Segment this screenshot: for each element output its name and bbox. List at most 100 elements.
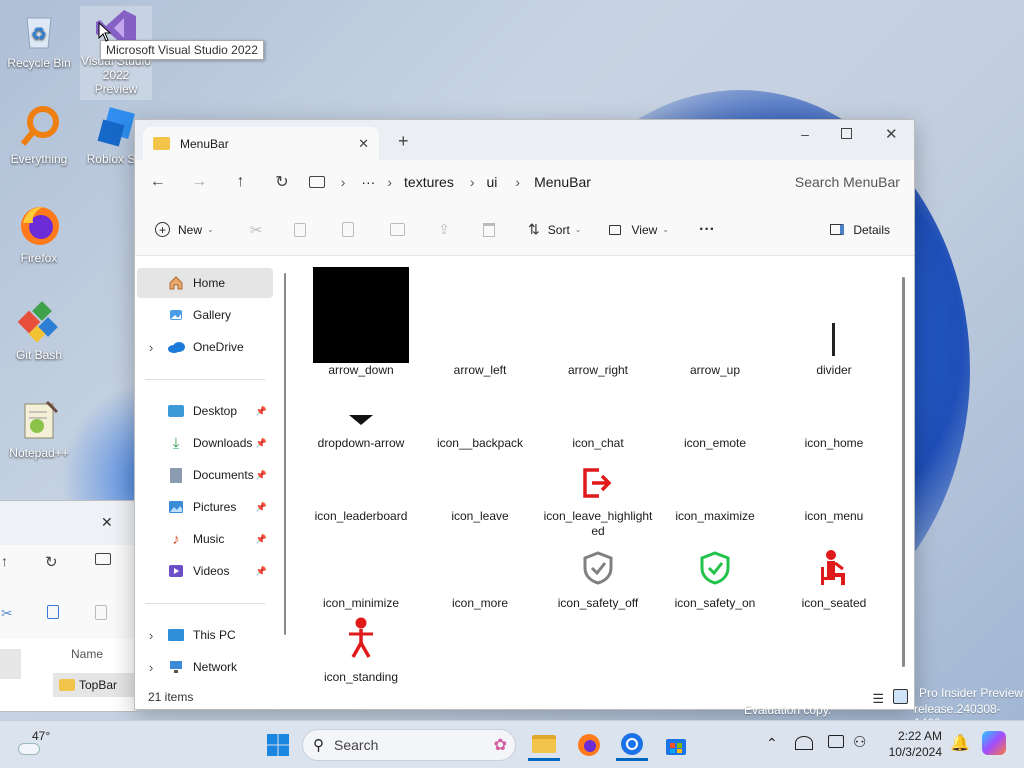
file-item[interactable]: icon_standing xyxy=(302,609,420,685)
sidebar-item-desktop[interactable]: Desktop 📌 xyxy=(137,396,273,426)
paste-icon[interactable] xyxy=(342,222,355,237)
new-button[interactable]: + New ⌄ xyxy=(155,222,214,237)
taskbar-search[interactable]: ⚲ Search ✿ xyxy=(302,729,516,761)
address-bar[interactable]: › ··· › textures › ui › MenuBar xyxy=(303,166,773,198)
sidebar-item-network[interactable]: › Network xyxy=(137,652,273,682)
taskbar-firefox[interactable] xyxy=(573,729,605,761)
rename-icon[interactable] xyxy=(390,223,406,236)
minimize-button[interactable]: – xyxy=(795,126,815,146)
delete-icon[interactable] xyxy=(483,222,496,237)
new-tab-button[interactable]: + xyxy=(398,131,409,152)
up-arrow-icon[interactable]: ↑ xyxy=(1,553,8,569)
sidebar-item-videos[interactable]: Videos 📌 xyxy=(137,556,273,586)
search-input[interactable]: Search MenuBar xyxy=(795,174,900,190)
close-window-button[interactable]: ✕ xyxy=(885,125,898,143)
refresh-icon[interactable]: ↻ xyxy=(269,166,294,198)
desktop-icon-git-bash[interactable]: Git Bash xyxy=(3,300,75,362)
details-button[interactable]: Details xyxy=(830,223,890,237)
weather-widget[interactable]: 47° xyxy=(18,729,64,761)
back-name-header[interactable]: Name xyxy=(71,647,103,661)
monitor-icon[interactable] xyxy=(95,553,111,565)
file-item[interactable]: icon_safety_on xyxy=(656,535,774,611)
copy-icon[interactable] xyxy=(47,605,59,619)
maximize-button[interactable] xyxy=(841,128,852,139)
pin-icon[interactable]: 📌 xyxy=(256,566,267,577)
pin-icon[interactable]: 📌 xyxy=(256,534,267,545)
file-item[interactable]: icon_safety_off xyxy=(539,535,657,611)
search-box[interactable]: Search MenuBar xyxy=(778,166,915,198)
file-item[interactable]: icon_seated xyxy=(775,535,893,611)
cut-icon[interactable]: ✂ xyxy=(250,221,263,239)
forward-arrow-icon[interactable]: → xyxy=(186,166,211,198)
tab-menubar[interactable]: MenuBar ✕ xyxy=(143,127,379,160)
taskbar-chrome[interactable] xyxy=(616,729,648,761)
breadcrumb-ui[interactable]: ui xyxy=(487,174,498,190)
file-item[interactable]: icon_leave xyxy=(421,480,539,524)
file-item[interactable]: icon_minimize xyxy=(302,567,420,611)
file-item[interactable]: divider xyxy=(775,265,893,378)
desktop-icon-everything[interactable]: Everything xyxy=(3,104,75,166)
sidebar-item-documents[interactable]: Documents 📌 xyxy=(137,460,273,490)
clock[interactable]: 2:22 AM 10/3/2024 xyxy=(882,728,942,760)
copilot-icon[interactable] xyxy=(982,731,1006,755)
details-view-icon[interactable]: ☰ xyxy=(872,691,884,707)
back-folder-row[interactable]: TopBar xyxy=(53,673,139,697)
chevron-right-icon[interactable]: › xyxy=(149,660,153,675)
file-item[interactable]: icon_more xyxy=(421,567,539,611)
desktop-icon-notepadpp[interactable]: Notepad++ xyxy=(3,398,75,460)
network-offline-icon[interactable] xyxy=(795,736,813,750)
file-item[interactable]: icon_home xyxy=(775,407,893,451)
devices-icon[interactable] xyxy=(828,735,844,748)
close-icon[interactable]: ✕ xyxy=(101,514,113,531)
taskbar-file-explorer[interactable] xyxy=(528,729,560,761)
desktop-icon-firefox[interactable]: Firefox xyxy=(3,203,75,265)
breadcrumb-textures[interactable]: textures xyxy=(404,174,454,190)
sidebar-item-gallery[interactable]: Gallery xyxy=(137,300,273,330)
sidebar-item-pictures[interactable]: Pictures 📌 xyxy=(137,492,273,522)
sort-button[interactable]: ⇅ Sort ⌄ xyxy=(528,221,581,238)
pin-icon[interactable]: 📌 xyxy=(256,470,267,481)
file-item[interactable]: arrow_right xyxy=(539,265,657,378)
taskbar-store[interactable] xyxy=(660,729,692,761)
chevron-right-icon[interactable]: › xyxy=(149,340,153,355)
file-item[interactable]: icon_maximize xyxy=(656,480,774,524)
breadcrumb-menubar[interactable]: MenuBar xyxy=(534,174,591,190)
start-button[interactable] xyxy=(262,729,294,761)
file-item[interactable]: arrow_left xyxy=(421,265,539,378)
file-item[interactable]: arrow_down xyxy=(302,265,420,378)
back-arrow-icon[interactable]: ← xyxy=(145,166,170,198)
file-item[interactable]: icon_menu xyxy=(775,480,893,524)
show-hidden-icons-chevron-up-icon[interactable]: ⌃ xyxy=(766,735,778,752)
sidebar-item-downloads[interactable]: ⤓ Downloads 📌 xyxy=(137,428,273,458)
refresh-icon[interactable]: ↻ xyxy=(45,553,58,571)
file-item[interactable]: icon_chat xyxy=(539,407,657,451)
sidebar-item-thispc[interactable]: › This PC xyxy=(137,620,273,650)
more-options-button[interactable]: ··· xyxy=(699,221,715,239)
accessibility-icon[interactable]: ⚇ xyxy=(853,733,866,751)
content-scrollbar[interactable] xyxy=(902,277,905,667)
pin-icon[interactable]: 📌 xyxy=(256,438,267,449)
up-arrow-icon[interactable]: ↑ xyxy=(228,166,253,198)
sidebar-item-onedrive[interactable]: › OneDrive xyxy=(137,332,273,362)
desktop-icon-recycle-bin[interactable]: ♻ Recycle Bin xyxy=(3,8,75,70)
background-explorer-window[interactable]: ✕ ↑ ↻ ✂ Name TopBar xyxy=(0,500,139,712)
file-item[interactable]: icon_emote xyxy=(656,407,774,451)
file-item[interactable]: icon_leave_highlighted xyxy=(539,447,657,539)
file-item[interactable]: icon_leaderboard xyxy=(302,480,420,524)
share-icon[interactable]: ⇪ xyxy=(438,221,450,238)
view-button[interactable]: View ⌄ xyxy=(609,223,669,237)
breadcrumb-more[interactable]: ··· xyxy=(361,174,375,190)
sidebar-item-home[interactable]: Home xyxy=(137,268,273,298)
chevron-right-icon[interactable]: › xyxy=(149,628,153,643)
file-item[interactable]: dropdown-arrow xyxy=(302,407,420,451)
copy-icon[interactable] xyxy=(294,222,307,237)
sidebar-item-music[interactable]: ♪ Music 📌 xyxy=(137,524,273,554)
sidebar-scrollbar[interactable] xyxy=(284,273,286,635)
large-icons-view-icon[interactable] xyxy=(893,689,908,704)
close-tab-icon[interactable]: ✕ xyxy=(358,136,369,152)
notification-bell-icon[interactable]: 🔔 xyxy=(950,733,970,753)
pin-icon[interactable]: 📌 xyxy=(256,502,267,513)
pin-icon[interactable]: 📌 xyxy=(256,406,267,417)
file-item[interactable]: icon__backpack xyxy=(421,407,539,451)
file-item[interactable]: arrow_up xyxy=(656,265,774,378)
